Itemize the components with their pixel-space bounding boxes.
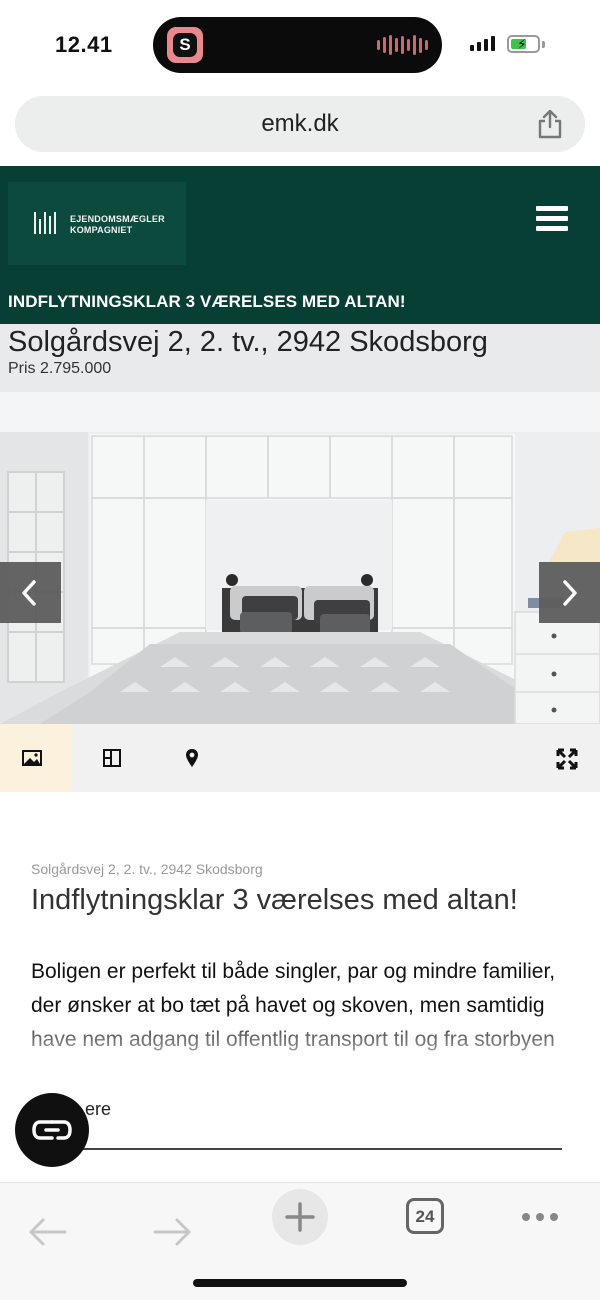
listing-price: Pris 2.795.000	[8, 360, 112, 377]
battery-cap	[542, 41, 545, 48]
tabs-button[interactable]: 24	[406, 1198, 444, 1234]
url-text[interactable]: emk.dk	[15, 110, 585, 138]
arrow-right-icon	[153, 1218, 191, 1246]
map-pin-icon	[186, 749, 198, 767]
listing-tagline: INDFLYTNINGSKLAR 3 VÆRELSES MED ALTAN!	[8, 292, 406, 311]
arrow-left-icon	[29, 1218, 67, 1246]
audio-waveform-icon	[377, 35, 428, 55]
chevron-left-icon	[22, 580, 36, 606]
plus-icon	[285, 1202, 315, 1232]
next-photo-button[interactable]	[539, 562, 600, 623]
photo-gallery[interactable]	[0, 392, 600, 724]
forward-button[interactable]	[152, 1199, 194, 1255]
logo-line1: EJENDOMSMÆGLER	[70, 214, 165, 224]
floorplan-icon	[103, 749, 121, 767]
menu-icon[interactable]	[536, 206, 568, 232]
chat-button[interactable]	[15, 1093, 89, 1167]
site-logo[interactable]: EJENDOMSMÆGLER KOMPAGNIET	[8, 182, 186, 265]
address-bar[interactable]: emk.dk	[15, 96, 585, 152]
read-more-link[interactable]: ere	[85, 1099, 111, 1120]
home-indicator[interactable]	[193, 1279, 407, 1287]
description-fade	[0, 1010, 600, 1080]
tab-count: 24	[415, 1207, 435, 1226]
floorplan-tab[interactable]	[76, 724, 148, 792]
share-icon[interactable]	[537, 109, 563, 139]
dynamic-island[interactable]: S	[153, 17, 442, 73]
site-header: EJENDOMSMÆGLER KOMPAGNIET INDFLYTNINGSKL…	[0, 166, 600, 324]
photos-tab[interactable]	[0, 724, 72, 792]
divider	[31, 1148, 562, 1150]
logo-text: EJENDOMSMÆGLER KOMPAGNIET	[70, 214, 165, 236]
battery-icon: ⚡	[507, 35, 540, 53]
logo-line2: KOMPAGNIET	[70, 225, 133, 235]
listing-address: Solgårdsvej 2, 2. tv., 2942 Skodsborg	[8, 326, 488, 358]
fullscreen-icon	[556, 748, 578, 770]
more-options-icon[interactable]	[522, 1213, 558, 1269]
cellular-signal-icon	[470, 36, 495, 51]
chevron-right-icon	[563, 580, 577, 606]
map-tab[interactable]	[154, 724, 226, 792]
logo-mark-icon	[34, 212, 56, 234]
music-app-icon: S	[167, 27, 203, 63]
listing-header: Solgårdsvej 2, 2. tv., 2942 Skodsborg Pr…	[0, 324, 600, 392]
new-tab-button[interactable]	[272, 1189, 328, 1245]
previous-photo-button[interactable]	[0, 562, 61, 623]
gallery-toolbar	[0, 724, 600, 792]
bedroom-photo	[0, 392, 600, 724]
fullscreen-button[interactable]	[528, 724, 600, 792]
back-button[interactable]	[28, 1199, 70, 1255]
page-title: Indflytningsklar 3 værelses med altan!	[31, 884, 518, 916]
chat-icon	[32, 1120, 72, 1140]
breadcrumb: Solgårdsvej 2, 2. tv., 2942 Skodsborg	[31, 861, 263, 877]
clock: 12.41	[55, 32, 113, 57]
photos-icon	[22, 750, 42, 766]
status-bar: 12.41 S ⚡	[0, 0, 600, 90]
